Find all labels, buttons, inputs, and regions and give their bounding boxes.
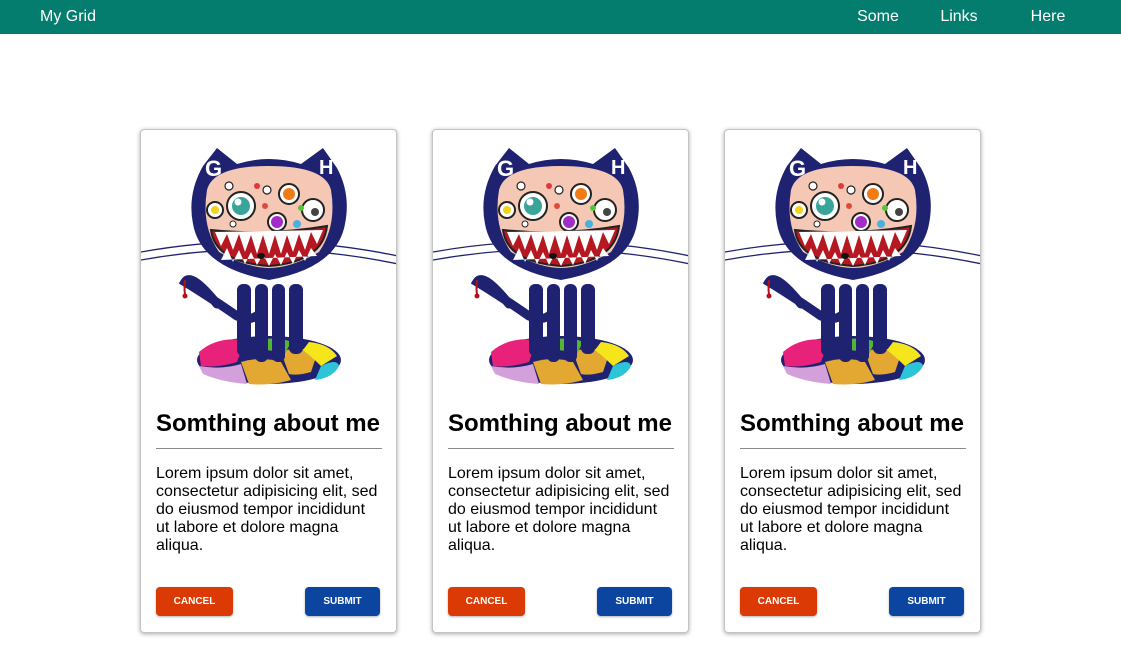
card-title: Somthing about me: [448, 410, 674, 449]
card-title: Somthing about me: [156, 410, 382, 449]
cancel-button[interactable]: Cancel: [740, 587, 817, 616]
card: Somthing about me Lorem ipsum dolor sit …: [724, 129, 981, 633]
top-navbar: My Grid Some Links Here: [0, 0, 1121, 34]
octocat-monster-image: [725, 130, 981, 390]
nav-links: Some Links Here: [840, 0, 1121, 34]
nav-link-some[interactable]: Some: [840, 0, 916, 34]
nav-link-links[interactable]: Links: [932, 0, 986, 34]
card-text: Lorem ipsum dolor sit amet, consectetur …: [448, 465, 670, 554]
octocat-monster-image: [433, 130, 689, 390]
cancel-button[interactable]: Cancel: [448, 587, 525, 616]
card-title: Somthing about me: [740, 410, 966, 449]
card: Somthing about me Lorem ipsum dolor sit …: [432, 129, 689, 633]
nav-link-here[interactable]: Here: [1022, 0, 1074, 34]
submit-button[interactable]: Submit: [889, 587, 964, 616]
card-text: Lorem ipsum dolor sit amet, consectetur …: [156, 465, 378, 554]
brand-link[interactable]: My Grid: [40, 7, 96, 27]
card-text: Lorem ipsum dolor sit amet, consectetur …: [740, 465, 962, 554]
octocat-monster-image: [141, 130, 397, 390]
cancel-button[interactable]: Cancel: [156, 587, 233, 616]
submit-button[interactable]: Submit: [305, 587, 380, 616]
card: Somthing about me Lorem ipsum dolor sit …: [140, 129, 397, 633]
submit-button[interactable]: Submit: [597, 587, 672, 616]
